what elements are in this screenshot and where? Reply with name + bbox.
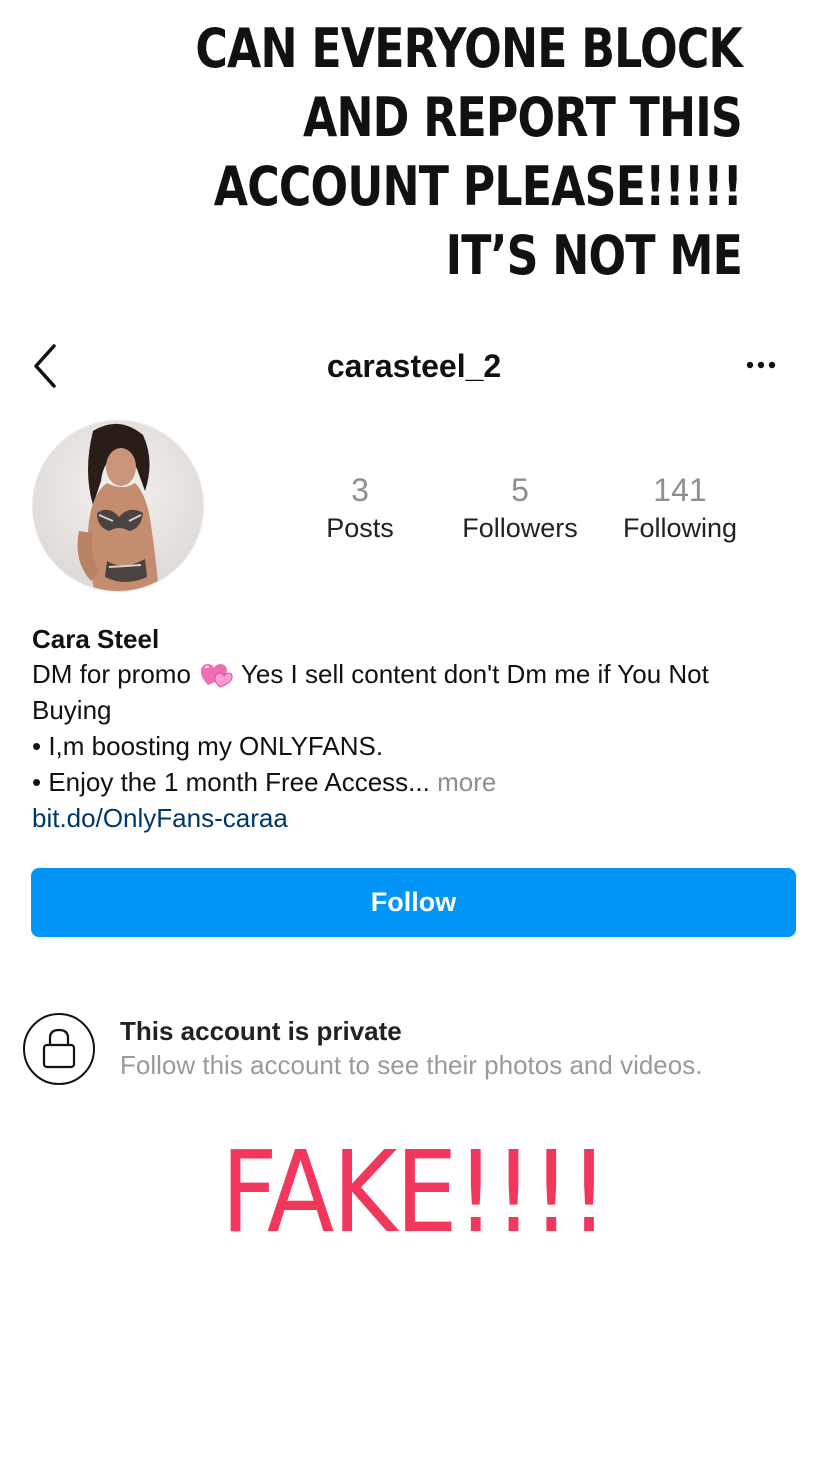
bio-website-link[interactable]: bit.do/OnlyFans-caraa (32, 800, 812, 836)
caption-line: CAN EVERYONE BLOCK (195, 17, 742, 80)
followers-count[interactable]: 5 Followers (440, 470, 600, 546)
private-notice-title: This account is private (120, 1016, 402, 1046)
following-label: Following (622, 513, 738, 543)
ellipsis-icon (746, 361, 776, 369)
bio-line: • I,m boosting my ONLYFANS. (32, 731, 384, 761)
caption-line: AND REPORT THIS (302, 86, 743, 149)
bio-text: • Enjoy the 1 month Free Access... (32, 767, 430, 797)
more-options-button[interactable] (742, 350, 782, 380)
posts-value: 3 (351, 472, 369, 508)
profile-header: carasteel_2 (0, 330, 828, 402)
posts-count[interactable]: 3 Posts (280, 470, 440, 546)
private-account-notice: This account is private Follow this acco… (22, 1010, 812, 1090)
fake-warning-stamp: FAKE!!!! (221, 1128, 609, 1258)
profile-bio: Cara Steel DM for promo Yes I sell conte… (32, 622, 812, 836)
following-count[interactable]: 141 Following (600, 470, 760, 546)
profile-stats: 3 Posts 5 Followers 141 Following (280, 470, 760, 560)
caption-line: IT’S NOT ME (445, 224, 743, 287)
bio-line: • Enjoy the 1 month Free Access... more (32, 764, 812, 800)
follow-button[interactable]: Follow (31, 868, 796, 937)
lock-icon (23, 1013, 95, 1085)
warning-caption: CAN EVERYONE BLOCK AND REPORT THIS ACCOU… (168, 14, 742, 290)
bio-text: DM for promo (32, 659, 199, 689)
followers-value: 5 (511, 472, 529, 508)
profile-username: carasteel_2 (326, 348, 502, 384)
avatar-photo (33, 421, 203, 591)
two-hearts-icon (201, 664, 233, 688)
caption-line: ACCOUNT PLEASE!!!!! (213, 155, 743, 218)
bio-more-link[interactable]: more (430, 767, 496, 797)
private-notice-subtitle: Follow this account to see their photos … (120, 1050, 703, 1080)
bio-text: Yes I sell content don't Dm me if You No… (240, 659, 709, 689)
profile-display-name: Cara Steel (32, 624, 160, 654)
followers-label: Followers (462, 513, 578, 543)
bio-line: Buying (32, 695, 112, 725)
following-value: 141 (653, 472, 707, 508)
posts-label: Posts (326, 513, 394, 543)
bio-line: DM for promo Yes I sell content don't Dm… (32, 656, 812, 692)
profile-avatar[interactable] (32, 420, 204, 592)
